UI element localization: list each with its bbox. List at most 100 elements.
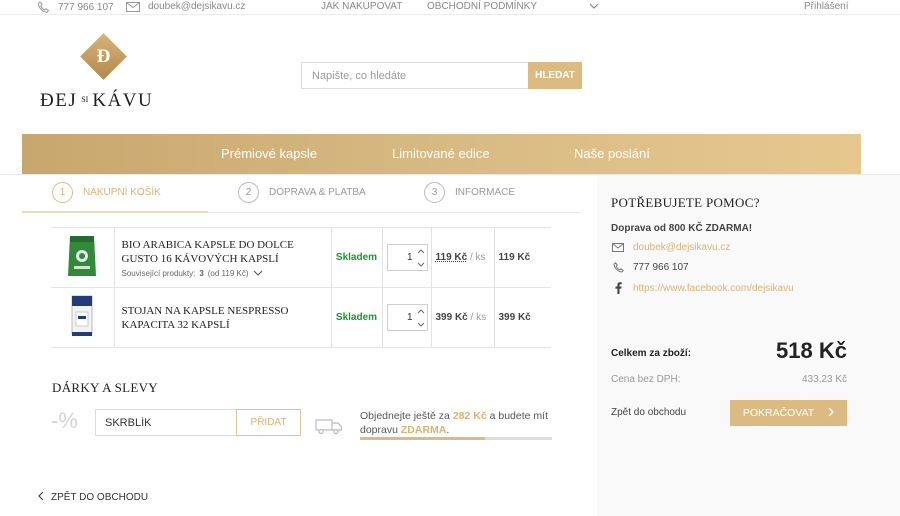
contact-phone-text: 777 966 107 (633, 262, 689, 273)
product-name-cell: STOJAN NA KAPSLE NESPRESSO KAPACITA 32 K… (114, 287, 332, 348)
envelope-icon (126, 1, 140, 12)
step-information[interactable]: 3 INFORMACE (424, 182, 515, 203)
chevron-down-icon[interactable] (253, 269, 263, 278)
product-title[interactable]: STOJAN NA KAPSLE NESPRESSO KAPACITA 32 K… (122, 304, 331, 332)
coffee-bag-image (68, 236, 97, 276)
stock-status: Skladem (331, 227, 383, 288)
search-bar: HLEDAT (301, 62, 582, 89)
top-bar: 777 966 107 doubek@dejsikavu.cz JAK NAKU… (0, 0, 900, 15)
contact-email-text: doubek@dejsikavu.cz (633, 242, 731, 253)
total-value: 518 Kč (776, 338, 847, 363)
related-price: (od 119 Kč) (207, 268, 249, 278)
contact-facebook[interactable]: https://www.facebook.com/dejsikavu (612, 282, 794, 294)
chevron-right-icon (828, 407, 835, 420)
logo-wordmark: ĐEJ SI KÁVU (40, 90, 168, 112)
truck-icon (315, 418, 343, 438)
cart-table: BIO ARABICA KAPSLE DO DOLCE GUSTO 16 KÁV… (51, 227, 551, 348)
topbar-email[interactable]: doubek@dejsikavu.cz (126, 1, 245, 12)
coupon-input[interactable] (95, 409, 237, 436)
line-total: 119 Kč (494, 227, 551, 288)
ship-free: ZDARMA (400, 424, 447, 436)
contact-email[interactable]: doubek@dejsikavu.cz (612, 242, 730, 253)
search-button[interactable]: HLEDAT (528, 62, 582, 89)
logo-word-2: SI (81, 95, 89, 104)
chevron-up-icon[interactable] (417, 305, 425, 317)
progress-fill (360, 437, 485, 440)
chevron-down-icon[interactable] (589, 3, 599, 10)
product-image-cell[interactable] (51, 287, 115, 348)
back-to-shop-link[interactable]: ZPĚT DO OBCHODU (38, 491, 148, 504)
table-row: STOJAN NA KAPSLE NESPRESSO KAPACITA 32 K… (51, 287, 551, 348)
quantity-cell (382, 227, 432, 288)
chevron-up-icon[interactable] (417, 245, 425, 257)
help-title: POTŘEBUJETE POMOC? (611, 195, 760, 210)
stock-status: Skladem (331, 287, 383, 348)
related-count: 3 (199, 268, 204, 278)
step-shipping[interactable]: 2 DOPRAVA & PLATBA (238, 182, 366, 203)
phone-icon (612, 262, 624, 273)
per-unit-label: / ks (470, 312, 487, 323)
per-unit-label: / ks (469, 252, 486, 263)
phone-icon (37, 1, 50, 13)
unit-price: 119 Kč (435, 252, 468, 263)
step-number: 3 (424, 182, 445, 203)
net-price-value: 433,23 Kč (801, 374, 847, 385)
logo-word-1: ĐEJ (40, 90, 78, 111)
topbar-phone[interactable]: 777 966 107 (37, 1, 114, 13)
back-link-label: ZPĚT DO OBCHODU (51, 492, 149, 503)
step-label: NÁKUPNÍ KOŠÍK (83, 187, 161, 198)
table-row: BIO ARABICA KAPSLE DO DOLCE GUSTO 16 KÁV… (51, 227, 551, 288)
quantity-arrows (416, 245, 427, 270)
continue-button[interactable]: POKRAČOVAT (730, 400, 847, 426)
quantity-input[interactable] (387, 305, 416, 330)
menu-terms[interactable]: OBCHODNÍ PODMÍNKY (427, 1, 537, 12)
menu-terms-label: OBCHODNÍ PODMÍNKY (427, 1, 538, 12)
menu-how-to-buy[interactable]: JAK NAKUPOVAT (321, 1, 402, 12)
chevron-down-icon[interactable] (417, 258, 425, 270)
topbar-email-text: doubek@dejsikavu.cz (148, 1, 246, 12)
unit-price-cell: 399 Kč / ks (431, 287, 495, 348)
login-link[interactable]: Přihlášení (804, 1, 848, 12)
contact-phone[interactable]: 777 966 107 (612, 262, 689, 273)
quantity-input[interactable] (387, 245, 416, 270)
envelope-icon (612, 243, 624, 252)
back-to-shop-text[interactable]: Zpět do obchodu (611, 407, 686, 418)
percent-icon: -% (51, 408, 78, 433)
chevron-left-icon (38, 491, 44, 504)
search-input[interactable] (301, 62, 529, 89)
ship-remaining: 282 Kč (452, 410, 487, 422)
facebook-icon (612, 282, 624, 294)
free-shipping-progress (360, 437, 552, 440)
product-image-cell[interactable] (51, 227, 115, 288)
free-shipping-notice: Objednejte ještě za 282 Kč a budete mít … (360, 409, 552, 437)
free-shipping-info: Doprava od 800 KČ ZDARMA! (611, 223, 753, 234)
related-label: Související produkty: (121, 268, 196, 278)
logo-word-3: KÁVU (92, 90, 154, 111)
nav-our-mission[interactable]: Naše poslání (574, 146, 650, 161)
ship-text-1: Objednejte ještě za (360, 410, 450, 422)
main-nav: Prémiové kapsle Limitované edice Naše po… (22, 134, 861, 174)
related-products[interactable]: Související produkty: 3 (od 119 Kč) (122, 269, 331, 278)
continue-label: POKRAČOVAT (742, 407, 815, 419)
steps-active-indicator (22, 211, 208, 213)
contact-facebook-link: https://www.facebook.com/dejsikavu (633, 282, 794, 294)
nav-limited-editions[interactable]: Limitované edice (392, 146, 490, 161)
logo[interactable]: Đ ĐEJ SI KÁVU (40, 33, 168, 114)
product-name-cell: BIO ARABICA KAPSLE DO DOLCE GUSTO 16 KÁV… (114, 227, 332, 288)
nav-premium-capsules[interactable]: Prémiové kapsle (221, 146, 317, 161)
chevron-down-icon[interactable] (417, 318, 425, 330)
net-price-label: Cena bez DPH: (611, 374, 681, 385)
quantity-arrows (416, 305, 427, 330)
product-title[interactable]: BIO ARABICA KAPSLE DO DOLCE GUSTO 16 KÁV… (122, 238, 331, 266)
total-label: Celkem za zboží: (611, 348, 692, 359)
step-cart[interactable]: 1 NÁKUPNÍ KOŠÍK (52, 182, 161, 203)
quantity-cell (382, 287, 432, 348)
logo-mark: Đ (96, 46, 111, 67)
topbar-phone-text: 777 966 107 (58, 1, 114, 13)
quantity-stepper[interactable] (386, 304, 428, 331)
line-total: 399 Kč (494, 287, 551, 348)
step-number: 1 (52, 182, 73, 203)
apply-coupon-button[interactable]: PŘIDAT (236, 409, 301, 436)
quantity-stepper[interactable] (386, 244, 428, 271)
unit-price: 399 Kč (435, 312, 468, 323)
